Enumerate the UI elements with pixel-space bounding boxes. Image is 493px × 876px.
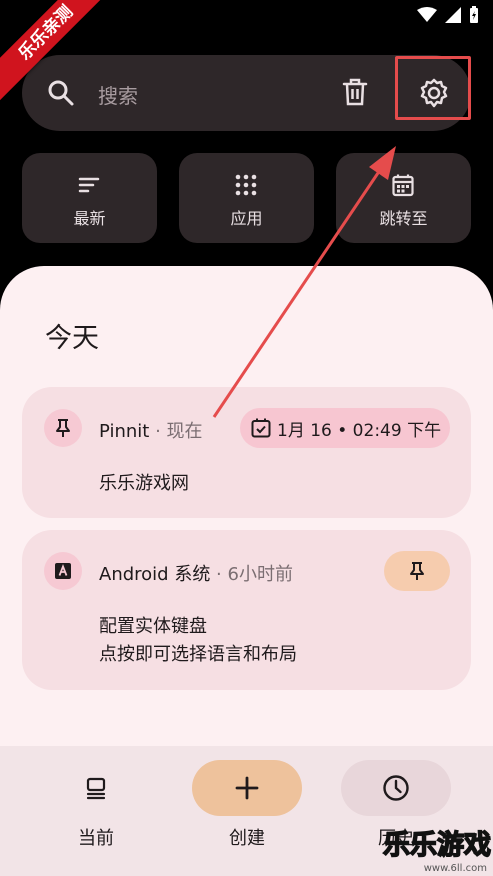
notification-body: 点按即可选择语言和布局 [99, 644, 297, 665]
notification-time: · 现在 [149, 421, 203, 442]
notifications-sheet: 今天 Pinnit · 现在 1月 16 • 02:49 下午 乐乐游戏网 An… [0, 266, 493, 746]
quick-apps-label: 应用 [230, 209, 263, 228]
quick-jump-button[interactable]: 跳转至 [336, 153, 471, 243]
nav-current-button[interactable] [41, 760, 151, 816]
calendar-icon [392, 174, 414, 197]
quick-latest-label: 最新 [73, 209, 106, 228]
calendar-check-icon [251, 418, 271, 438]
notification-card[interactable]: Android 系统 · 6小时前 配置实体键盘 点按即可选择语言和布局 [22, 530, 471, 690]
pin-icon [56, 419, 70, 437]
wifi-icon [417, 7, 437, 22]
apps-grid-icon [235, 174, 257, 196]
watermark-url: www.6ll.com [423, 863, 487, 874]
app-icon-android-system [44, 552, 82, 590]
current-icon [86, 777, 106, 800]
plus-icon [235, 776, 259, 800]
scheduled-time-chip[interactable]: 1月 16 • 02:49 下午 [240, 408, 450, 448]
quick-jump-label: 跳转至 [379, 209, 428, 228]
search-icon[interactable] [47, 79, 75, 107]
sort-icon [78, 177, 100, 193]
section-title: 今天 [45, 323, 99, 354]
nav-history-button[interactable] [341, 760, 451, 816]
search-input[interactable]: 搜索 [98, 80, 138, 109]
app-icon-pinnit [44, 409, 82, 447]
signal-icon [445, 7, 461, 23]
app-name: Pinnit [99, 421, 150, 442]
keyboard-app-icon [55, 563, 71, 579]
quick-latest-button[interactable]: 最新 [22, 153, 157, 243]
app-name: Android 系统 [99, 564, 211, 585]
trash-icon[interactable] [341, 77, 369, 107]
notification-header: Pinnit · 现在 [99, 417, 203, 443]
nav-create-label: 创建 [229, 828, 265, 849]
notification-time: · 6小时前 [210, 564, 293, 585]
nav-current-label: 当前 [78, 828, 114, 849]
scheduled-time-label: 1月 16 • 02:49 下午 [277, 420, 442, 441]
battery-icon [470, 6, 478, 23]
nav-create-button[interactable] [192, 760, 302, 816]
notification-header: Android 系统 · 6小时前 [99, 560, 293, 586]
notification-title: 配置实体键盘 [99, 616, 207, 637]
quick-apps-button[interactable]: 应用 [179, 153, 314, 243]
clock-icon [383, 775, 409, 801]
pin-button[interactable] [384, 551, 450, 591]
notification-card[interactable]: Pinnit · 现在 1月 16 • 02:49 下午 乐乐游戏网 [22, 387, 471, 518]
notification-body: 乐乐游戏网 [99, 473, 189, 494]
pin-icon [410, 562, 424, 580]
settings-highlight-box [395, 56, 471, 120]
watermark-logo: 乐乐游戏 [382, 829, 492, 862]
